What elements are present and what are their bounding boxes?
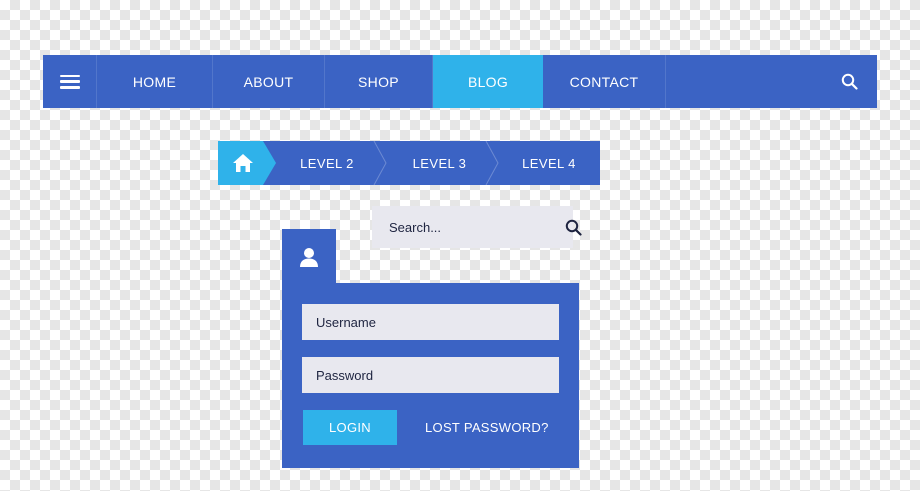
nav-item-home[interactable]: HOME: [97, 55, 213, 108]
search-box: [372, 206, 582, 248]
username-field[interactable]: [302, 304, 559, 340]
search-icon: [841, 73, 858, 90]
breadcrumb-home[interactable]: [218, 141, 276, 185]
menu-button[interactable]: [43, 55, 97, 108]
home-icon: [233, 154, 253, 172]
breadcrumb: LEVEL 2 LEVEL 3 LEVEL 4: [218, 141, 600, 185]
search-icon: [565, 219, 582, 236]
nav-item-blog[interactable]: BLOG: [433, 55, 543, 108]
login-button[interactable]: LOGIN: [303, 410, 397, 445]
top-navbar: HOME ABOUT SHOP BLOG CONTACT: [43, 55, 877, 108]
user-icon: [300, 248, 318, 267]
breadcrumb-separator: [485, 141, 499, 185]
breadcrumb-level-2[interactable]: LEVEL 2: [276, 141, 378, 185]
search-button[interactable]: [565, 217, 582, 237]
breadcrumb-level-4[interactable]: LEVEL 4: [498, 141, 600, 185]
nav-item-shop[interactable]: SHOP: [325, 55, 433, 108]
hamburger-menu-icon: [59, 74, 80, 89]
breadcrumb-level-3[interactable]: LEVEL 3: [386, 141, 493, 185]
login-panel: LOGIN LOST PASSWORD?: [282, 283, 579, 468]
breadcrumb-separator: [373, 141, 387, 185]
lost-password-link[interactable]: LOST PASSWORD?: [425, 420, 549, 435]
nav-search-button[interactable]: [821, 55, 877, 108]
login-user-tab: [282, 229, 336, 285]
nav-item-about[interactable]: ABOUT: [213, 55, 325, 108]
search-input[interactable]: [389, 219, 565, 235]
password-field[interactable]: [302, 357, 559, 393]
nav-item-contact[interactable]: CONTACT: [543, 55, 666, 108]
